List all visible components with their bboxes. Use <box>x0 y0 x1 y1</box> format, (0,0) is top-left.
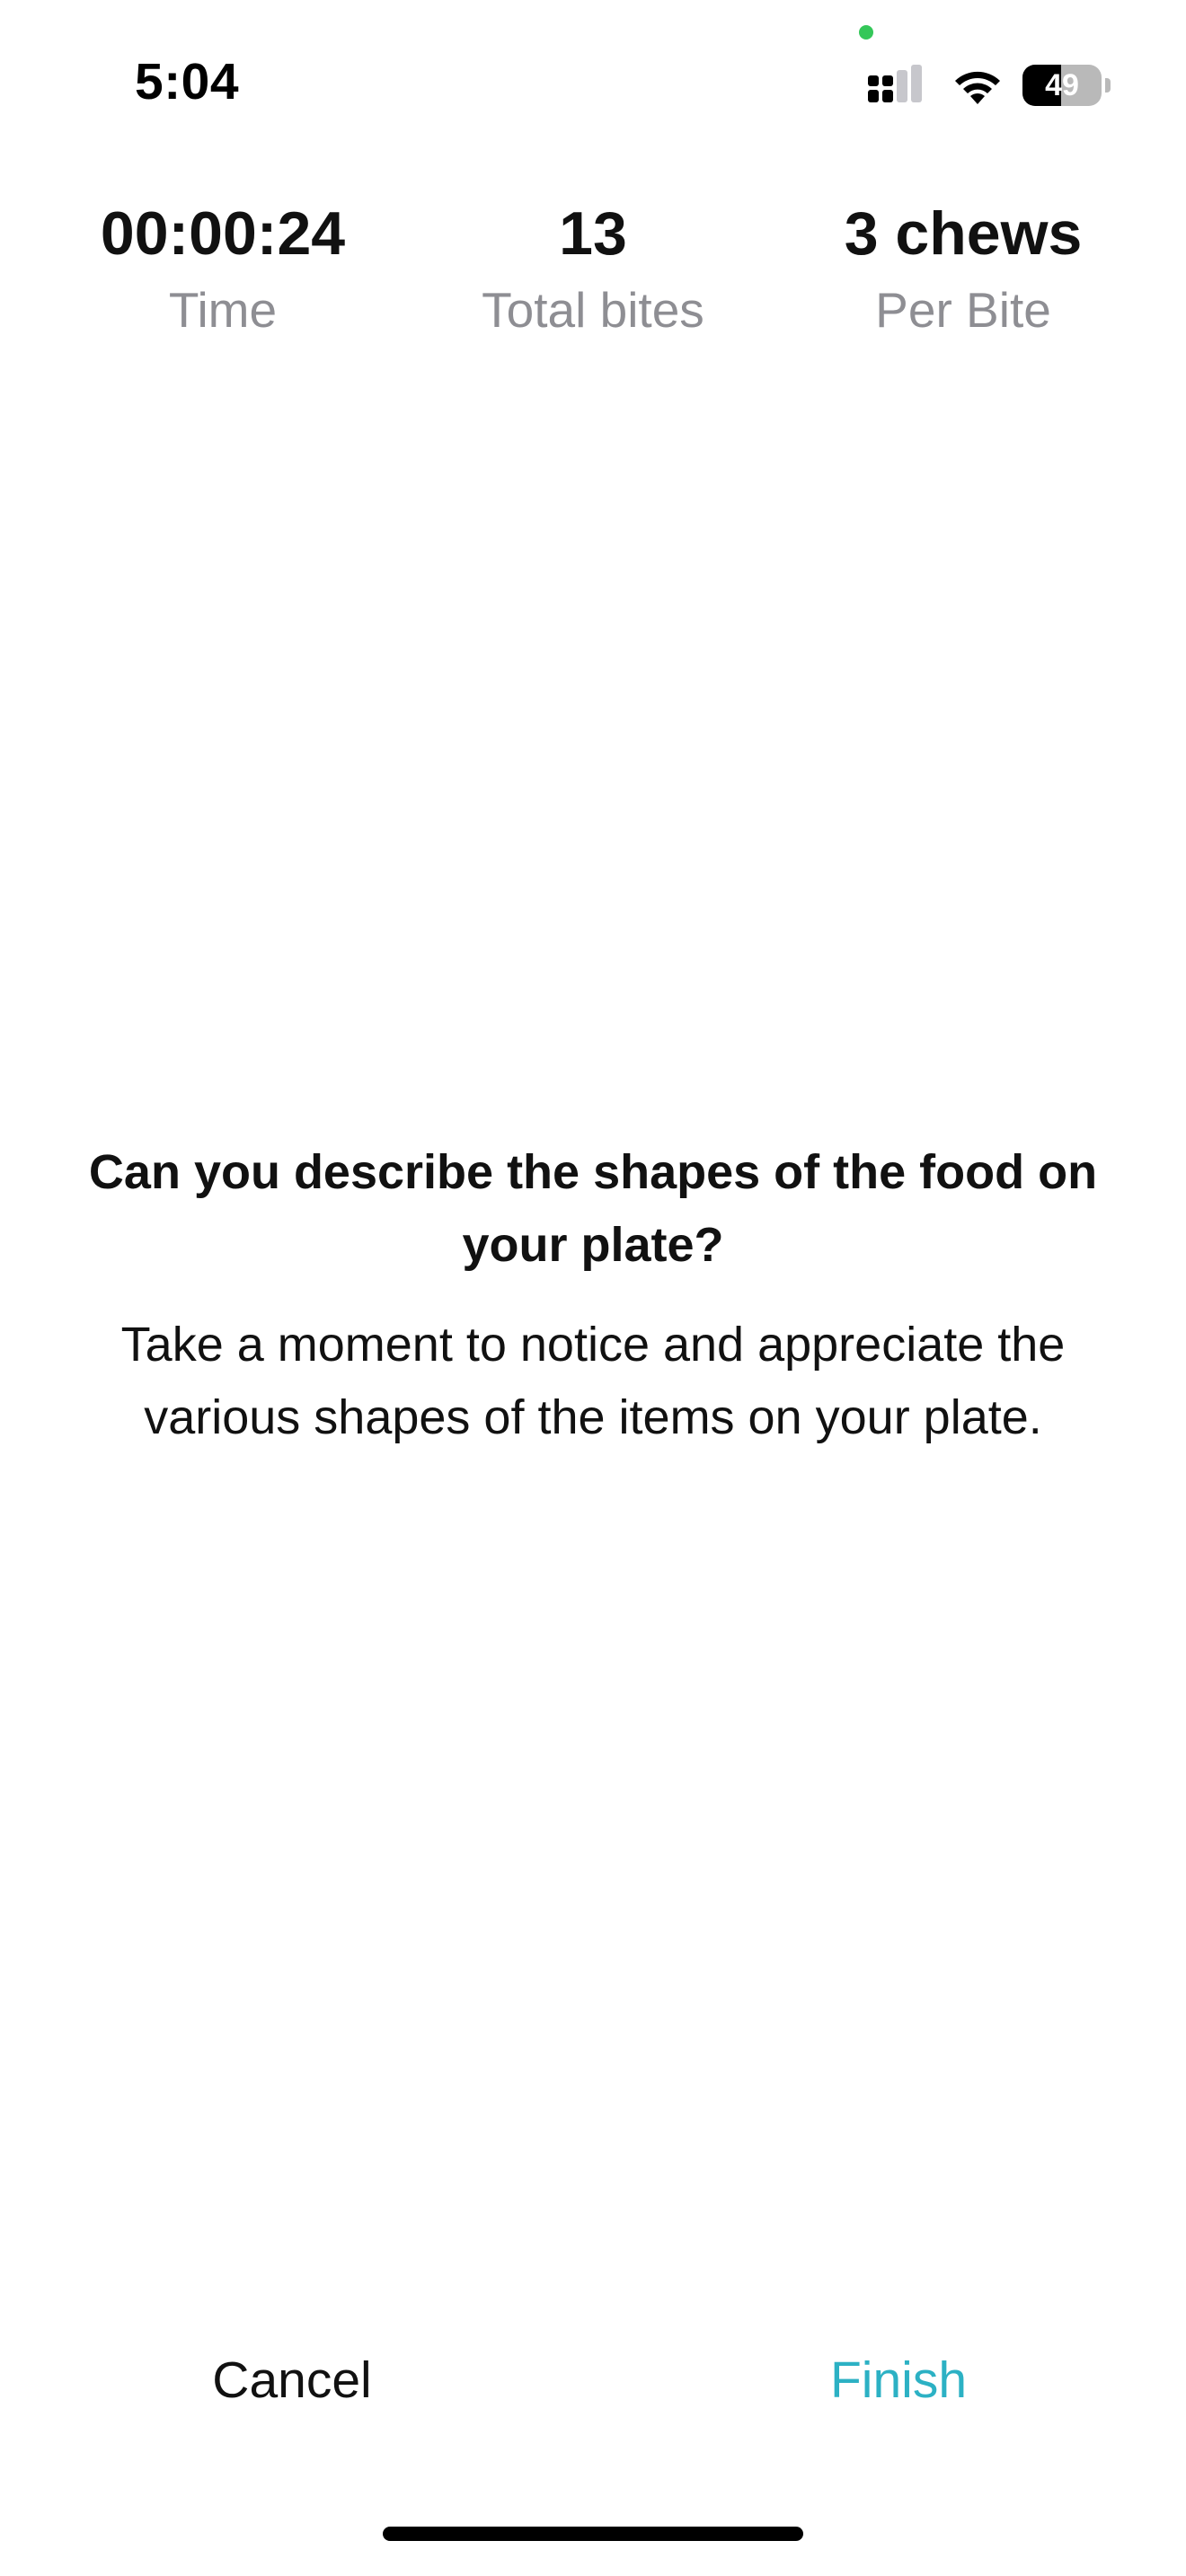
status-bar: 5:04 49 <box>0 0 1186 153</box>
stat-total-bites-value: 13 <box>559 199 627 268</box>
stat-per-bite-value: 3 chews <box>844 199 1083 268</box>
status-time: 5:04 <box>135 53 240 110</box>
finish-button[interactable]: Finish <box>791 2335 1006 2425</box>
stat-time-value: 00:00:24 <box>100 199 346 268</box>
prompt-body: Take a moment to notice and appreciate t… <box>120 1318 1066 1444</box>
stat-total-bites-label: Total bites <box>482 282 704 338</box>
cancel-button[interactable]: Cancel <box>180 2335 404 2425</box>
meal-session-screen: 5:04 49 00:00:24 Time 13 Total bites 3 c… <box>0 0 1186 2576</box>
battery-level-text: 49 <box>1045 68 1079 102</box>
stat-time: 00:00:24 Time <box>43 193 403 344</box>
battery-icon: 49 <box>1022 65 1112 108</box>
cellular-signal-icon <box>868 65 922 102</box>
home-indicator[interactable] <box>383 2527 803 2541</box>
prompt-question: Can you describe the shapes of the food … <box>88 1145 1098 1272</box>
stat-per-bite: 3 chews Per Bite <box>783 193 1143 344</box>
battery-body: 49 <box>1022 65 1102 106</box>
battery-cap <box>1105 78 1111 93</box>
session-stats: 00:00:24 Time 13 Total bites 3 chews Per… <box>0 193 1186 355</box>
stat-per-bite-label: Per Bite <box>875 282 1051 338</box>
privacy-indicator-dot <box>859 25 873 40</box>
stat-time-label: Time <box>168 282 278 338</box>
wifi-icon <box>955 71 1000 104</box>
bottom-actions: Cancel Finish <box>0 2335 1186 2425</box>
mindful-prompt: Can you describe the shapes of the food … <box>54 1136 1132 1454</box>
stat-total-bites: 13 Total bites <box>413 193 773 344</box>
